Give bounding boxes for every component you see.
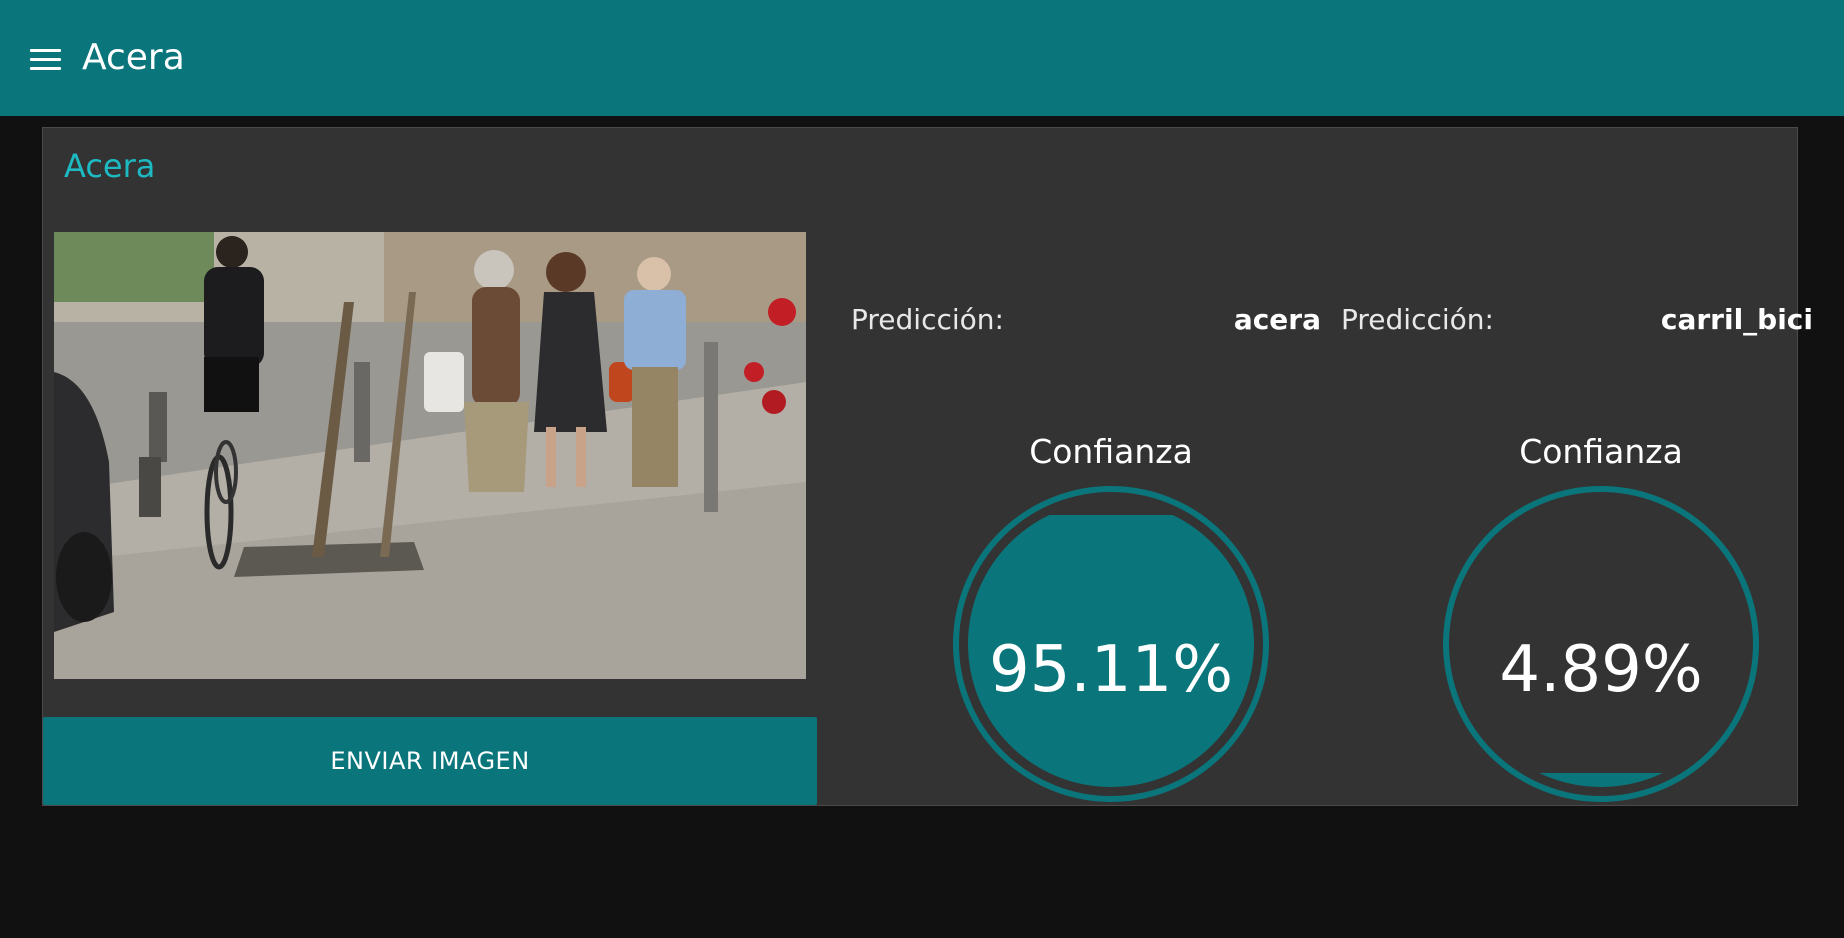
app-title: Acera <box>82 37 185 78</box>
send-image-button[interactable]: ENVIAR IMAGEN <box>43 717 817 805</box>
confidence-value-1: 95.11% <box>988 633 1234 707</box>
confidence-label-1: Confianza <box>1029 432 1193 471</box>
prediction-label-2: Predicción: <box>1341 303 1494 336</box>
prediction-card: Acera ENVIAR IMAGEN Predicción: acera Co… <box>42 127 1813 806</box>
app-header: Acera <box>0 0 1844 116</box>
confidence-label-2: Confianza <box>1519 432 1683 471</box>
street-photo <box>54 232 806 679</box>
prediction-value-1: acera <box>1233 303 1321 336</box>
gauge-fill <box>1458 773 1744 787</box>
confidence-value-2: 4.89% <box>1499 633 1703 707</box>
card-title: Acera <box>64 147 156 185</box>
prediction-label-1: Predicción: <box>851 303 1004 336</box>
prediction-value-2: carril_bici <box>1660 303 1813 336</box>
hamburger-menu-icon[interactable] <box>28 44 64 74</box>
